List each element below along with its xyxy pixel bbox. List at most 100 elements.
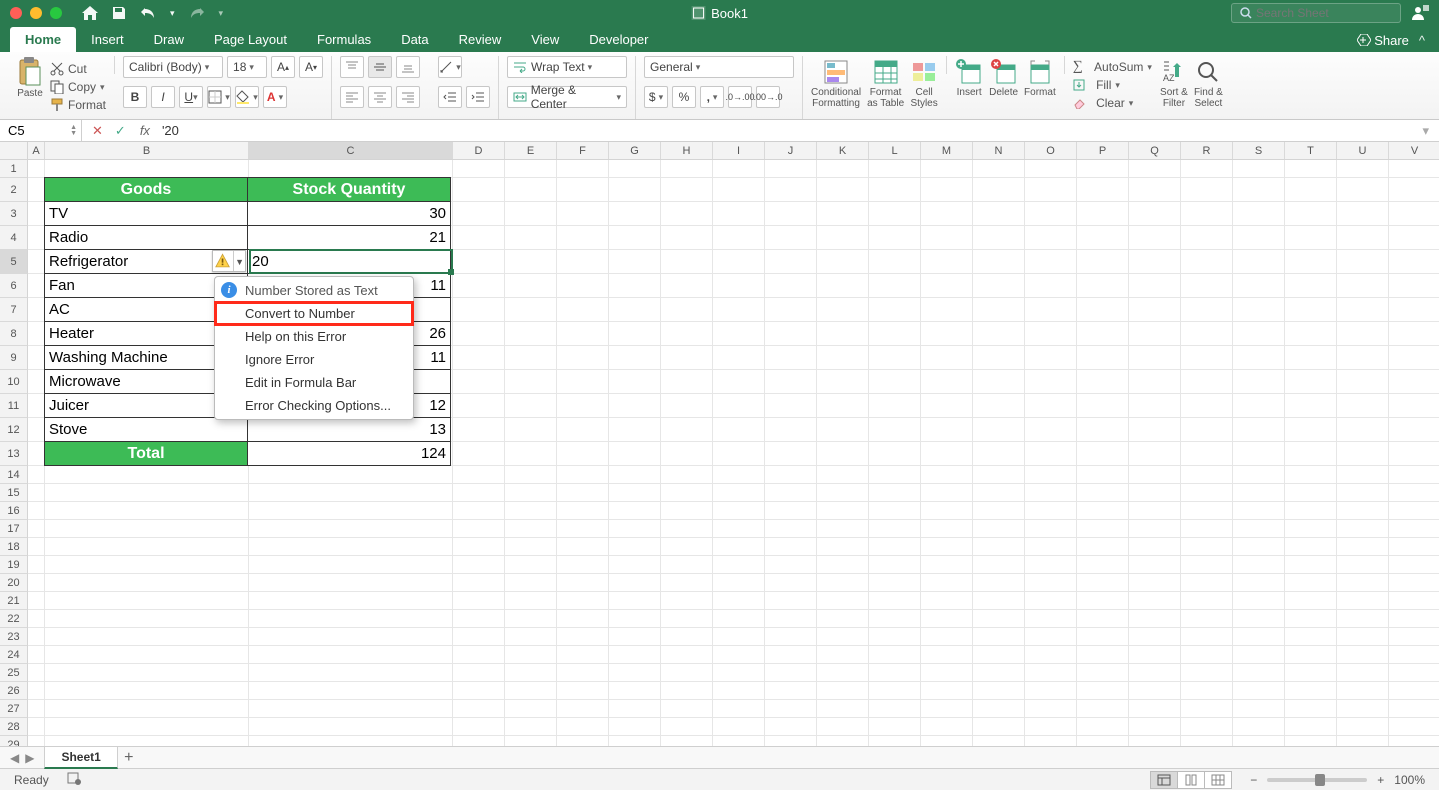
cell[interactable] <box>505 502 557 520</box>
borders-button[interactable] <box>207 86 231 108</box>
cell[interactable] <box>921 628 973 646</box>
wrap-text-button[interactable]: Wrap Text <box>507 56 627 78</box>
cell[interactable] <box>45 466 249 484</box>
cell[interactable] <box>1337 682 1389 700</box>
cell[interactable] <box>1233 484 1285 502</box>
cell[interactable] <box>453 226 505 250</box>
fill-button[interactable]: Fill ▾ <box>1073 76 1152 94</box>
cell[interactable] <box>765 322 817 346</box>
cell[interactable] <box>1285 346 1337 370</box>
cell[interactable] <box>1181 346 1233 370</box>
maximize-window-button[interactable] <box>50 7 62 19</box>
table-cell-goods[interactable]: TV <box>44 201 248 226</box>
cell[interactable] <box>817 274 869 298</box>
cell[interactable] <box>713 226 765 250</box>
increase-font-button[interactable]: A▴ <box>271 56 295 78</box>
cell[interactable] <box>973 274 1025 298</box>
cell[interactable] <box>28 628 45 646</box>
cell[interactable] <box>28 202 45 226</box>
cell[interactable] <box>1389 628 1439 646</box>
cell[interactable] <box>1337 736 1389 746</box>
cell[interactable] <box>1233 178 1285 202</box>
cell[interactable] <box>817 322 869 346</box>
cell[interactable] <box>765 682 817 700</box>
cell[interactable] <box>973 298 1025 322</box>
cell[interactable] <box>921 718 973 736</box>
cell[interactable] <box>249 718 453 736</box>
cell[interactable] <box>1129 502 1181 520</box>
cell[interactable] <box>973 202 1025 226</box>
minimize-window-button[interactable] <box>30 7 42 19</box>
col-header-q[interactable]: Q <box>1129 142 1181 159</box>
cell[interactable] <box>1389 574 1439 592</box>
col-header-k[interactable]: K <box>817 142 869 159</box>
cell[interactable] <box>713 628 765 646</box>
cell[interactable] <box>973 556 1025 574</box>
cell[interactable] <box>28 718 45 736</box>
cell[interactable] <box>1025 322 1077 346</box>
cell[interactable] <box>973 610 1025 628</box>
cell[interactable] <box>609 322 661 346</box>
cell[interactable] <box>609 700 661 718</box>
cell[interactable] <box>1077 178 1129 202</box>
col-header-l[interactable]: L <box>869 142 921 159</box>
close-window-button[interactable] <box>10 7 22 19</box>
cell[interactable] <box>453 520 505 538</box>
cell[interactable] <box>505 250 557 274</box>
cell[interactable] <box>1181 736 1233 746</box>
cell[interactable] <box>1285 574 1337 592</box>
expand-formula-bar-icon[interactable]: ▾ <box>1422 123 1439 139</box>
cell[interactable] <box>1129 664 1181 682</box>
tab-draw[interactable]: Draw <box>139 27 199 52</box>
cell[interactable] <box>1181 664 1233 682</box>
cell[interactable] <box>1025 736 1077 746</box>
cell[interactable] <box>1285 610 1337 628</box>
row-header[interactable]: 4 <box>0 226 28 250</box>
cell[interactable] <box>1025 160 1077 178</box>
cell[interactable] <box>557 718 609 736</box>
cell[interactable] <box>869 226 921 250</box>
bold-button[interactable]: B <box>123 86 147 108</box>
cell[interactable] <box>869 520 921 538</box>
cell[interactable] <box>1285 274 1337 298</box>
cell[interactable] <box>1285 160 1337 178</box>
align-center-button[interactable] <box>368 86 392 108</box>
cell[interactable] <box>1181 646 1233 664</box>
cell[interactable] <box>1389 736 1439 746</box>
cell[interactable] <box>557 418 609 442</box>
sort-filter-button[interactable]: AZ Sort & Filter <box>1160 56 1188 109</box>
share-button[interactable]: Share <box>1357 33 1409 48</box>
cell[interactable] <box>28 502 45 520</box>
cell[interactable] <box>1233 628 1285 646</box>
cell[interactable] <box>713 418 765 442</box>
cell[interactable] <box>1233 346 1285 370</box>
cell[interactable] <box>973 520 1025 538</box>
grid[interactable]: 1234567891011121314151617181920212223242… <box>0 160 1439 746</box>
cell[interactable] <box>505 484 557 502</box>
align-right-button[interactable] <box>396 86 420 108</box>
formula-input[interactable]: '20 <box>158 123 179 138</box>
cell[interactable] <box>1285 250 1337 274</box>
cell[interactable] <box>505 442 557 466</box>
cell[interactable] <box>1389 664 1439 682</box>
user-account-icon[interactable] <box>1411 5 1429 21</box>
cell[interactable] <box>817 592 869 610</box>
tab-data[interactable]: Data <box>386 27 443 52</box>
cell[interactable] <box>28 298 45 322</box>
cell[interactable] <box>505 160 557 178</box>
cell[interactable] <box>765 736 817 746</box>
cell[interactable] <box>45 682 249 700</box>
cell[interactable] <box>817 202 869 226</box>
cell[interactable] <box>505 538 557 556</box>
zoom-slider[interactable] <box>1267 778 1367 782</box>
cell[interactable] <box>45 718 249 736</box>
col-header-g[interactable]: G <box>609 142 661 159</box>
cell[interactable] <box>1285 466 1337 484</box>
cell[interactable] <box>1389 226 1439 250</box>
cell[interactable] <box>765 502 817 520</box>
cell[interactable] <box>1337 418 1389 442</box>
cell[interactable] <box>973 592 1025 610</box>
comma-button[interactable]: , <box>700 86 724 108</box>
cell[interactable] <box>453 346 505 370</box>
cell[interactable] <box>869 664 921 682</box>
